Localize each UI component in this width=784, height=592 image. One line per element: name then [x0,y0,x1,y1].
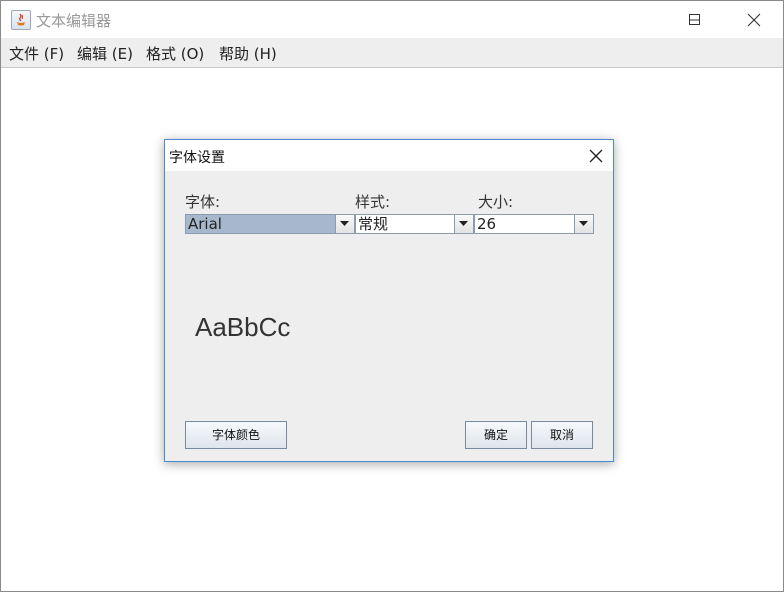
menu-format[interactable]: 格式 (O) [146,43,204,64]
menu-file[interactable]: 文件 (F) [9,43,64,64]
style-label: 样式: [355,193,391,211]
title-bar[interactable]: 文本编辑器 [1,1,783,38]
font-combo[interactable]: Arial [185,214,355,234]
java-app-icon [11,10,31,30]
style-combo-value: 常规 [358,215,389,233]
font-settings-dialog: 字体设置 字体: 样式: 大小: Arial 常规 26 AaBbCc 字体颜色… [164,139,614,462]
dialog-title-bar[interactable]: 字体设置 [165,140,613,171]
dialog-title: 字体设置 [169,150,225,166]
menu-edit[interactable]: 编辑 (E) [77,43,133,64]
font-color-button[interactable]: 字体颜色 [185,421,287,449]
size-label: 大小: [478,193,514,211]
font-preview: AaBbCc [195,312,291,342]
font-label: 字体: [185,193,221,211]
size-combo-arrow[interactable] [574,215,593,233]
close-icon [747,13,761,27]
style-combo-arrow[interactable] [454,215,473,233]
font-combo-arrow[interactable] [335,215,354,233]
menu-help[interactable]: 帮助 (H) [219,43,277,64]
close-window-button[interactable] [725,1,783,38]
ok-button[interactable]: 确定 [465,421,527,449]
maximize-button[interactable] [668,1,726,38]
cancel-button[interactable]: 取消 [531,421,593,449]
close-icon [589,149,603,163]
dialog-close-button[interactable] [577,140,613,171]
font-combo-value: Arial [186,215,335,233]
window-title: 文本编辑器 [36,12,112,30]
maximize-icon [689,14,700,25]
style-combo[interactable]: 常规 [355,214,474,234]
chevron-down-icon [459,221,468,226]
size-combo-value: 26 [477,215,497,233]
size-combo[interactable]: 26 [474,214,594,234]
menu-bar: 文件 (F) 编辑 (E) 格式 (O) 帮助 (H) [1,38,783,68]
chevron-down-icon [340,221,349,226]
chevron-down-icon [579,221,588,226]
